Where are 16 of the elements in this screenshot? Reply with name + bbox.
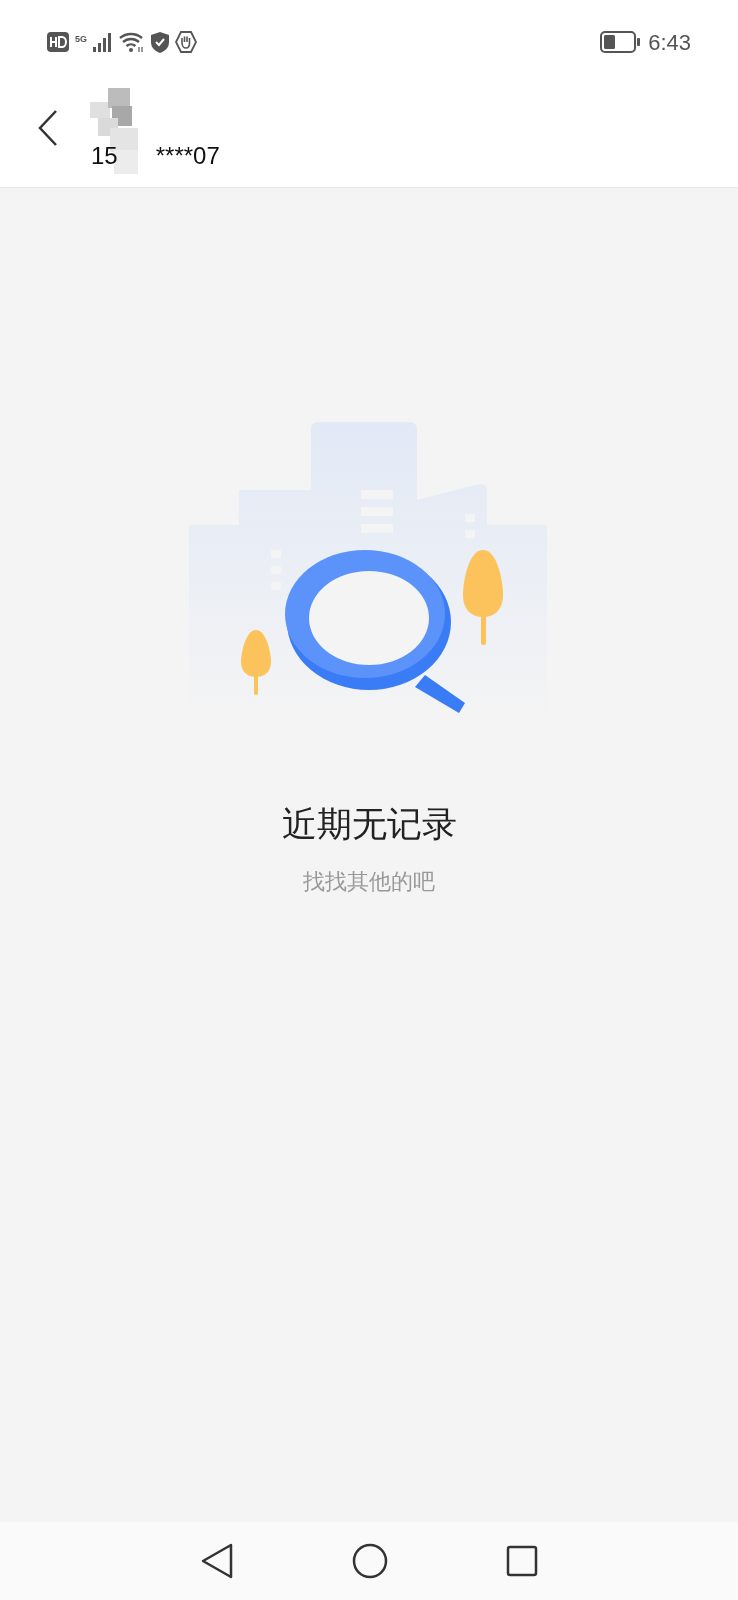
back-icon [38, 110, 58, 146]
phone-suffix: ****07 [155, 141, 220, 171]
hd-icon [47, 32, 69, 52]
phone-prefix: 15 [91, 141, 118, 171]
empty-title: 近期无记录 [281, 803, 457, 845]
empty-subtitle: 找找其他的吧 [303, 867, 435, 896]
battery-icon [600, 31, 641, 53]
status-time: 6:43 [648, 28, 691, 57]
hand-icon [175, 31, 197, 53]
recents-nav-icon[interactable] [506, 1545, 538, 1577]
network-label: 5G [75, 33, 87, 46]
signal-icon [93, 32, 113, 52]
wifi-icon [119, 31, 145, 53]
home-nav-icon[interactable] [352, 1543, 388, 1579]
shield-icon [151, 31, 169, 53]
back-nav-icon[interactable] [200, 1543, 234, 1579]
